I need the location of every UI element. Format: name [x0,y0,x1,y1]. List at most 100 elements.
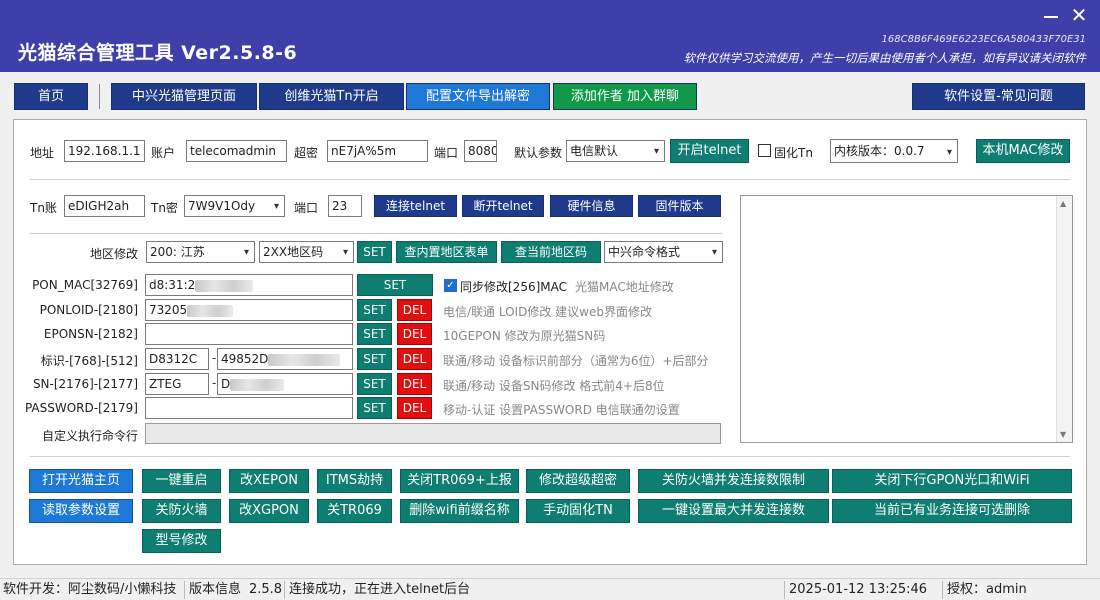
custom-command-input[interactable] [145,423,721,444]
change-xepon-button[interactable]: 改XEPON [229,469,309,493]
pon-mac-value: d8:31:2 [149,278,196,292]
ponloid-set-button[interactable]: SET [357,299,392,321]
modify-super-password-button[interactable]: 修改超级超密 [526,469,630,493]
one-click-reboot-button[interactable]: 一键重启 [142,469,221,493]
redacted-mask [268,353,341,366]
identifier-set-button[interactable]: SET [357,348,392,370]
chuangwei-tn-button[interactable]: 创维光猫Tn开启 [259,83,404,110]
mac-modify-button[interactable]: 本机MAC修改 [976,139,1070,163]
address-label: 地址 [30,146,55,160]
password-set-button[interactable]: SET [357,397,392,419]
sync-mac-checkbox[interactable]: ✓ [444,279,457,292]
kernel-version-select[interactable]: 内核版本：0.0.7 ▾ [830,139,958,163]
close-gpon-wifi-button[interactable]: 关闭下行GPON光口和WiFi [832,469,1072,493]
model-modify-button[interactable]: 型号修改 [142,529,221,553]
minimize-button[interactable] [1044,16,1058,18]
password-param-input[interactable] [145,397,353,419]
config-export-button[interactable]: 配置文件导出解密 [406,83,550,110]
close-tr069-button[interactable]: 关TR069 [317,499,392,523]
ponloid-hint: 电信/联通 LOID修改 建议web界面修改 [443,305,652,319]
address-input[interactable]: 192.168.1.1 [64,140,145,162]
port-label: 端口 [434,146,459,160]
eponsn-del-button[interactable]: DEL [397,323,432,345]
status-divider [284,581,285,599]
scroll-down-icon[interactable]: ▼ [1060,430,1066,439]
close-firewall-button[interactable]: 关防火墙 [142,499,221,523]
identifier-prefix-input[interactable]: D8312C [145,348,209,370]
open-telnet-button[interactable]: 开启telnet [670,139,749,163]
eponsn-set-button[interactable]: SET [357,323,392,345]
status-divider [942,581,943,599]
change-xgpon-button[interactable]: 改XGPON [229,499,309,523]
ponloid-label: PONLOID-[2180] [39,303,138,317]
disclaimer-text: 软件仅供学习交流使用，产生一切后果由使用者个人承担，如有异议请关闭软件 [683,51,1087,65]
close-icon[interactable]: ✕ [1068,4,1090,26]
region-area-select[interactable]: 200: 江苏 ▾ [146,241,255,263]
pon-mac-hint: 光猫MAC地址修改 [575,280,674,294]
identifier-suffix-input[interactable]: 49852D [217,348,353,370]
password-param-label: PASSWORD-[2179] [24,401,138,415]
region-code-select[interactable]: 2XX地区码 ▾ [259,241,354,263]
tn-port-input[interactable]: 23 [328,195,362,217]
pon-mac-input[interactable]: d8:31:2 [145,274,353,296]
sn-set-button[interactable]: SET [357,373,392,395]
firmware-version-button[interactable]: 固件版本 [638,195,721,217]
add-author-button[interactable]: 添加作者 加入群聊 [553,83,697,110]
pon-mac-set-button[interactable]: SET [357,274,433,296]
identifier-hint: 联通/移动 设备标识前部分（通常为6位）+后部分 [443,354,709,368]
eponsn-input[interactable] [145,323,353,345]
query-current-region-button[interactable]: 查当前地区码 [501,241,601,263]
custom-command-label: 自定义执行命令行 [41,429,138,443]
super-password-input[interactable]: nE7jA%5m [327,140,428,162]
solidify-tn-checkbox[interactable] [758,144,771,157]
region-set-button[interactable]: SET [357,241,392,263]
default-params-value: 电信默认 [570,144,619,158]
ponloid-input[interactable]: 73205 [145,299,353,321]
password-del-button[interactable]: DEL [397,397,432,419]
divider [30,233,722,234]
firewall-conn-limit-button[interactable]: 关防火墙并发连接数限制 [638,469,829,493]
status-datetime: 2025-01-12 13:25:46 [789,582,928,597]
tn-account-input[interactable]: eDIGH2ah [64,195,145,217]
max-connections-button[interactable]: 一键设置最大并发连接数 [638,499,829,523]
tn-password-select[interactable]: 7W9V1Ody ▾ [184,195,285,217]
developer-info: 软件开发：阿尘数码/小懒科技 [3,582,177,597]
open-modem-home-button[interactable]: 打开光猫主页 [29,469,133,493]
account-input[interactable]: telecomadmin [186,140,287,162]
read-params-button[interactable]: 读取参数设置 [29,499,133,523]
dash-separator: - [212,351,217,365]
default-params-select[interactable]: 电信默认 ▾ [566,140,665,162]
solidify-tn-label: 固化Tn [774,146,813,160]
machine-code: 168C8B6F469E6223EC6A580433F70E31 [881,34,1086,45]
home-button[interactable]: 首页 [14,83,88,110]
status-message: 连接成功，正在进入telnet后台 [289,582,471,597]
log-scrollbar[interactable]: ▲ ▼ [1056,196,1072,442]
pon-mac-label: PON_MAC[32769] [32,278,138,292]
command-format-select[interactable]: 中兴命令格式 ▾ [604,241,723,263]
region-area-value: 200: 江苏 [150,245,205,259]
connect-telnet-button[interactable]: 连接telnet [374,195,457,217]
sn-del-button[interactable]: DEL [397,373,432,395]
delete-business-connection-button[interactable]: 当前已有业务连接可选删除 [832,499,1072,523]
delete-wifi-prefix-button[interactable]: 删除wifi前缀名称 [400,499,519,523]
zte-admin-page-button[interactable]: 中兴光猫管理页面 [111,83,257,110]
chevron-down-icon: ▾ [273,201,279,212]
query-builtin-region-button[interactable]: 查内置地区表单 [396,241,497,263]
tn-password-value: 7W9V1Ody [188,199,256,213]
sn-suffix-input[interactable]: D [217,373,353,395]
dash-separator: - [212,376,217,390]
manual-solidify-tn-button[interactable]: 手动固化TN [526,499,630,523]
identifier-label: 标识-[768]-[512] [40,354,138,368]
hardware-info-button[interactable]: 硬件信息 [550,195,633,217]
close-tr069-report-button[interactable]: 关闭TR069+上报 [400,469,519,493]
sn-prefix-input[interactable]: ZTEG [145,373,209,395]
scroll-up-icon[interactable]: ▲ [1060,199,1066,208]
status-divider [784,581,785,599]
disconnect-telnet-button[interactable]: 断开telnet [462,195,544,217]
settings-faq-button[interactable]: 软件设置-常见问题 [912,83,1085,110]
ponloid-del-button[interactable]: DEL [397,299,432,321]
port-input[interactable]: 8080 [464,140,497,162]
log-output[interactable]: ▲ ▼ [740,195,1073,443]
itms-hijack-button[interactable]: ITMS劫持 [317,469,392,493]
identifier-del-button[interactable]: DEL [397,348,432,370]
